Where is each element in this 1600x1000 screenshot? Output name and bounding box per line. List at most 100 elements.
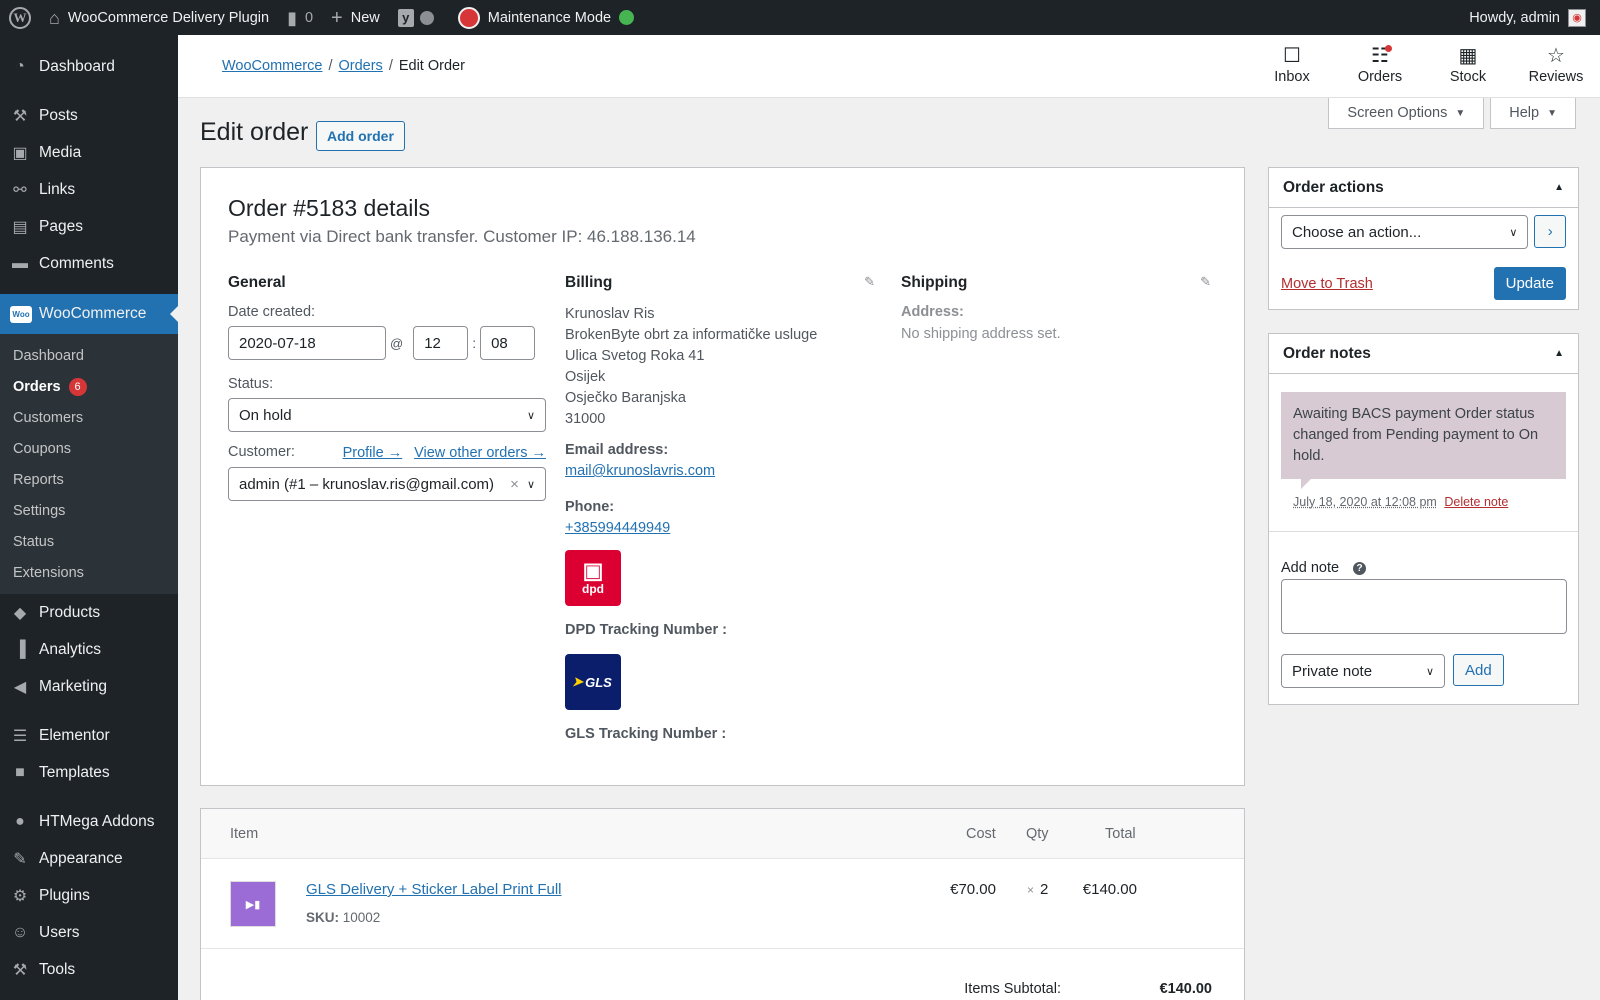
- submenu-item-coupons[interactable]: Coupons: [0, 433, 178, 464]
- qty-value: 2: [1040, 881, 1049, 898]
- qty-column-header: Qty: [1026, 826, 1049, 842]
- dashboard-icon: ◔: [15, 57, 25, 75]
- email-link[interactable]: mail@krunoslavris.com: [565, 463, 715, 479]
- add-order-button[interactable]: Add order: [316, 121, 405, 151]
- times-icon: ×: [1027, 883, 1035, 897]
- delete-note-link[interactable]: Delete note: [1444, 495, 1508, 509]
- screen-options-button[interactable]: Screen Options ▼: [1328, 98, 1485, 129]
- help-icon[interactable]: ?: [1353, 561, 1367, 575]
- breadcrumb-woocommerce[interactable]: WooCommerce: [222, 58, 322, 74]
- woocommerce-icon: Woo: [10, 305, 32, 323]
- minute-input[interactable]: 08: [480, 326, 536, 360]
- sidebar-item-posts[interactable]: ⚒ Posts: [0, 97, 178, 134]
- sidebar-item-links[interactable]: ⚯ Links: [0, 171, 178, 208]
- reviews-button[interactable]: ☆ Reviews: [1512, 43, 1600, 85]
- product-link[interactable]: GLS Delivery + Sticker Label Print Full: [306, 881, 562, 898]
- sidebar-item-label: Appearance: [39, 849, 123, 867]
- breadcrumb-current: Edit Order: [398, 58, 465, 74]
- total-column-header: Total: [1105, 826, 1136, 842]
- help-button[interactable]: Help ▼: [1490, 98, 1576, 129]
- customer-label: Customer:: [228, 444, 295, 460]
- date-created-input[interactable]: 2020-07-18: [228, 326, 386, 360]
- phone-link[interactable]: +385994449949: [565, 520, 670, 536]
- elementor-icon: ☰: [12, 727, 28, 745]
- order-notes-header[interactable]: Order notes ▲: [1269, 334, 1578, 374]
- edit-billing-icon[interactable]: ✎: [864, 274, 875, 290]
- sidebar-item-tools[interactable]: ⚒ Tools: [0, 951, 178, 988]
- sidebar-item-htmega[interactable]: ● HTMega Addons: [0, 803, 178, 840]
- sidebar-item-appearance[interactable]: ✎ Appearance: [0, 840, 178, 877]
- caret-down-icon: ▼: [1455, 107, 1466, 119]
- order-heading: Order #5183 details: [228, 195, 431, 221]
- customer-select[interactable]: admin (#1 – krunoslav.ris@gmail.com) × ∨: [228, 467, 546, 501]
- maintenance-mode-link[interactable]: Maintenance Mode: [449, 0, 643, 35]
- gls-logo: ➤ GLS: [565, 654, 621, 710]
- sidebar-item-elementor[interactable]: ☰ Elementor: [0, 717, 178, 754]
- add-note-label: Add note: [1281, 560, 1340, 576]
- comment-icon: ▮: [287, 7, 297, 28]
- page-title: Edit order: [200, 118, 309, 146]
- sidebar-item-media[interactable]: ▣ Media: [0, 134, 178, 171]
- admin-bar: W ⌂ WooCommerce Delivery Plugin ▮ 0 + Ne…: [0, 0, 1600, 35]
- screen-options-label: Screen Options: [1347, 105, 1448, 121]
- sidebar-item-analytics[interactable]: ▐ Analytics: [0, 631, 178, 668]
- status-select[interactable]: On hold ∨: [228, 398, 546, 432]
- my-account[interactable]: Howdy, admin ◉: [1469, 8, 1600, 27]
- submenu-item-dashboard[interactable]: Dashboard: [0, 340, 178, 371]
- time-colon: :: [472, 335, 477, 351]
- submenu-item-orders[interactable]: Orders 6: [0, 371, 178, 402]
- update-button[interactable]: Update: [1493, 267, 1566, 300]
- view-other-orders-link[interactable]: View other orders →: [414, 445, 546, 461]
- sidebar-item-marketing[interactable]: ◀ Marketing: [0, 668, 178, 705]
- pages-icon: ▤: [12, 218, 28, 236]
- submenu-item-status[interactable]: Status: [0, 526, 178, 557]
- clear-icon[interactable]: ×: [510, 476, 519, 493]
- reviews-label: Reviews: [1528, 69, 1584, 85]
- inbox-button[interactable]: ☐ Inbox: [1248, 43, 1336, 85]
- sidebar-item-templates[interactable]: ■ Templates: [0, 754, 178, 791]
- sidebar-item-plugins[interactable]: ⚙ Plugins: [0, 877, 178, 914]
- note-type-select[interactable]: Private note ∨: [1281, 654, 1445, 688]
- add-note-textarea[interactable]: [1281, 579, 1567, 634]
- inbox-label: Inbox: [1274, 69, 1310, 85]
- submenu-item-extensions[interactable]: Extensions: [0, 557, 178, 588]
- sidebar-item-products[interactable]: ◆ Products: [0, 594, 178, 631]
- site-name-link[interactable]: ⌂ WooCommerce Delivery Plugin: [40, 0, 278, 35]
- billing-title: Billing: [565, 274, 613, 291]
- items-subtotal-value: €140.00: [1159, 981, 1212, 997]
- apply-action-button[interactable]: ›: [1534, 215, 1566, 248]
- new-content-link[interactable]: + New: [322, 0, 389, 35]
- comments-link[interactable]: ▮ 0: [278, 0, 322, 35]
- admin-sidebar: ◔ Dashboard ⚒ Posts ▣ Media ⚯ Links ▤ Pa…: [0, 35, 178, 1000]
- add-note-button[interactable]: Add: [1453, 654, 1504, 686]
- yoast-menu[interactable]: y: [389, 0, 449, 35]
- shipping-column: Shipping ✎ Address: No shipping address …: [901, 274, 1211, 345]
- submenu-item-reports[interactable]: Reports: [0, 464, 178, 495]
- profile-link[interactable]: Profile →: [343, 445, 403, 461]
- sidebar-item-users[interactable]: ☺ Users: [0, 914, 178, 951]
- submenu-label: Orders: [13, 378, 61, 395]
- wordpress-logo[interactable]: W: [0, 0, 40, 35]
- move-to-trash-link[interactable]: Move to Trash: [1281, 276, 1373, 292]
- edit-shipping-icon[interactable]: ✎: [1200, 274, 1211, 290]
- stock-button[interactable]: ▦ Stock: [1424, 43, 1512, 85]
- sidebar-item-comments[interactable]: ▬ Comments: [0, 245, 178, 282]
- sidebar-item-woocommerce[interactable]: Woo WooCommerce: [0, 294, 178, 334]
- hour-input[interactable]: 12: [413, 326, 469, 360]
- sidebar-item-pages[interactable]: ▤ Pages: [0, 208, 178, 245]
- item-cost: €70.00: [950, 881, 996, 898]
- order-actions-header[interactable]: Order actions ▲: [1269, 168, 1578, 208]
- submenu-item-customers[interactable]: Customers: [0, 402, 178, 433]
- shipping-address-value: No shipping address set.: [901, 326, 1061, 342]
- analytics-icon: ▐: [14, 640, 26, 658]
- table-row: ▶▮ GLS Delivery + Sticker Label Print Fu…: [201, 859, 1244, 949]
- submenu-item-settings[interactable]: Settings: [0, 495, 178, 526]
- collapse-icon[interactable]: ▲: [1554, 182, 1564, 193]
- collapse-icon[interactable]: ▲: [1554, 348, 1564, 359]
- chevron-down-icon: ∨: [526, 478, 535, 491]
- item-column-header: Item: [230, 826, 259, 842]
- breadcrumb-orders[interactable]: Orders: [338, 58, 382, 74]
- order-action-select[interactable]: Choose an action... ∨: [1281, 215, 1529, 249]
- orders-button[interactable]: ☷ Orders: [1336, 43, 1424, 85]
- sidebar-item-dashboard[interactable]: ◔ Dashboard: [0, 48, 178, 85]
